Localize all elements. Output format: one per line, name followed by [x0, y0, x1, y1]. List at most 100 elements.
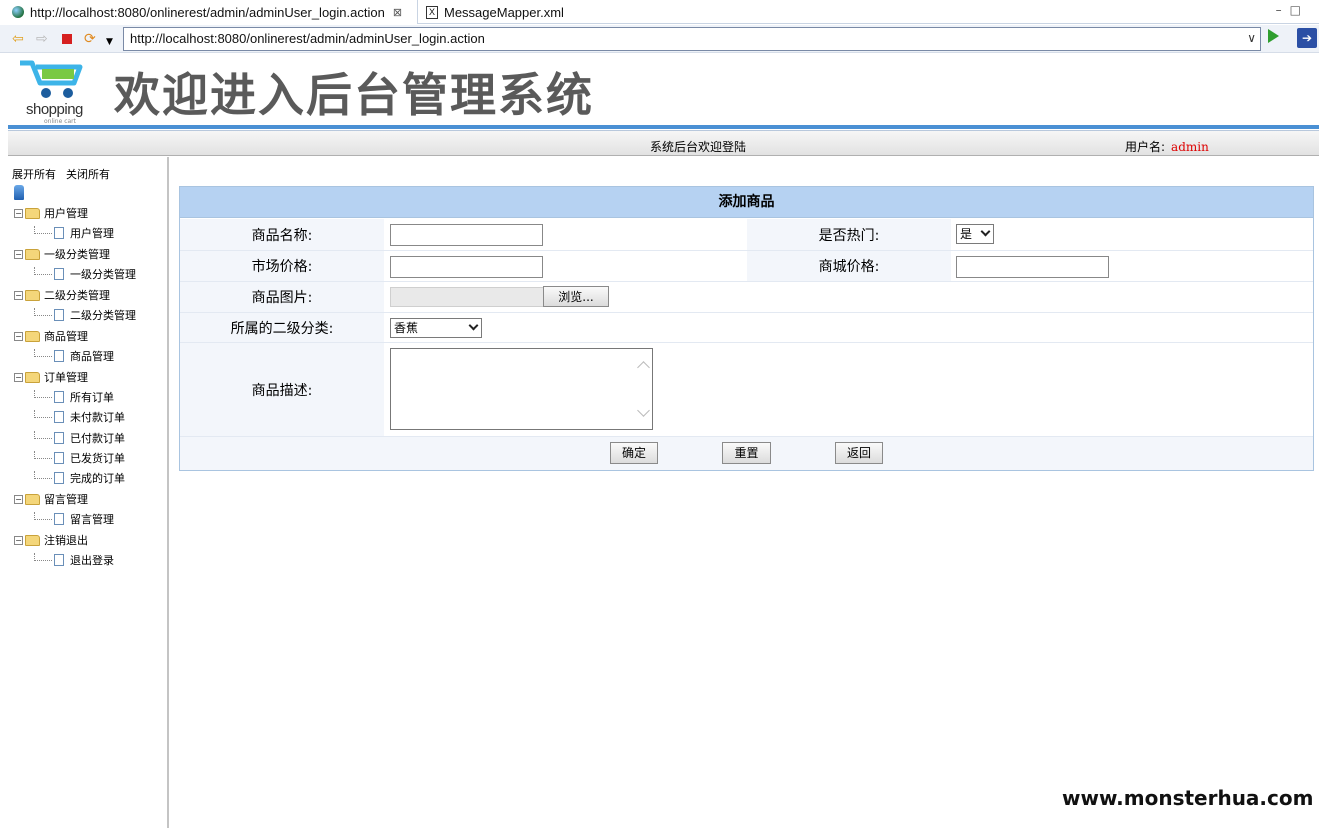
form-row-description: 商品描述: [180, 343, 1313, 437]
tree-item-label: 未付款订单 [70, 411, 125, 424]
category-select[interactable]: 香蕉 [390, 318, 482, 338]
tree-item-label: 二级分类管理 [70, 309, 136, 322]
tree-connector [34, 410, 52, 418]
folder-icon [25, 493, 40, 505]
submit-button[interactable]: 确定 [610, 442, 658, 464]
chevron-down-icon[interactable]: ∨ [1247, 31, 1256, 45]
market-price-label: 市场价格: [180, 251, 384, 281]
back-button[interactable]: 返回 [835, 442, 883, 464]
tree-item-unpaid-orders[interactable]: 未付款订单 [34, 409, 125, 425]
minus-icon[interactable]: − [14, 249, 23, 259]
tree-group-category2[interactable]: − 二级分类管理 [14, 287, 110, 303]
minus-icon[interactable]: − [14, 494, 23, 504]
tab-message-mapper-label: MessageMapper.xml [444, 4, 564, 20]
tab-browser-page-label: http://localhost:8080/onlinerest/admin/a… [30, 4, 385, 20]
chevron-down-icon [468, 320, 479, 331]
tree-group-label: 商品管理 [44, 330, 88, 343]
form-title: 添加商品 [180, 187, 1313, 218]
tree-item-products[interactable]: 商品管理 [34, 348, 114, 364]
page-icon [54, 472, 64, 484]
tree-connector [34, 267, 52, 275]
tree-group-users[interactable]: − 用户管理 [14, 205, 88, 221]
form-row-name: 商品名称: 是否热门: 是 [180, 219, 1313, 251]
scroll-down-icon[interactable] [637, 404, 650, 417]
scroll-up-icon[interactable] [637, 361, 650, 374]
tree-item-label: 留言管理 [70, 513, 114, 526]
close-icon[interactable]: ⊠ [393, 6, 402, 19]
collapse-all-link[interactable]: 关闭所有 [66, 168, 110, 181]
logo-subtext: online cart [44, 118, 77, 125]
editor-tab-strip: http://localhost:8080/onlinerest/admin/a… [0, 0, 1319, 24]
stop-icon[interactable] [62, 34, 72, 44]
is-hot-value: 是 [960, 227, 973, 241]
back-arrow-icon[interactable]: ⇦ [12, 31, 24, 47]
maximize-icon[interactable]: □ [1290, 3, 1309, 17]
forward-arrow-icon[interactable]: ⇨ [36, 31, 48, 47]
refresh-icon[interactable]: ⟳ [84, 31, 96, 47]
minus-icon[interactable]: − [14, 372, 23, 382]
sidebar-tree: 展开所有 关闭所有 − 用户管理 用户管理 − 一级分类管理 一级分类管理 − 二级分类… [8, 157, 169, 828]
tree-item-category2[interactable]: 二级分类管理 [34, 307, 136, 323]
minus-icon[interactable]: − [14, 290, 23, 300]
tree-item-logout[interactable]: 退出登录 [34, 552, 114, 568]
tree-group-category1[interactable]: − 一级分类管理 [14, 246, 110, 262]
expand-all-link[interactable]: 展开所有 [12, 168, 56, 181]
description-textarea[interactable] [390, 348, 653, 430]
tree-group-orders[interactable]: − 订单管理 [14, 369, 88, 385]
page-icon [54, 227, 64, 239]
tree-group-logout[interactable]: − 注销退出 [14, 532, 88, 548]
page-icon [54, 268, 64, 280]
product-name-input[interactable] [390, 224, 543, 246]
tree-item-messages[interactable]: 留言管理 [34, 511, 114, 527]
shop-price-input[interactable] [956, 256, 1109, 278]
tree-item-label: 一级分类管理 [70, 268, 136, 281]
tree-group-label: 留言管理 [44, 493, 88, 506]
minimize-icon[interactable]: – [1276, 3, 1290, 17]
product-name-label: 商品名称: [180, 219, 384, 250]
tree-connector [34, 553, 52, 561]
tree-item-shipped-orders[interactable]: 已发货订单 [34, 450, 125, 466]
chevron-down-icon[interactable]: ▼ [106, 34, 113, 50]
site-header: shopping online cart 欢迎进入后台管理系统 [8, 53, 1319, 125]
tab-browser-page[interactable]: http://localhost:8080/onlinerest/admin/a… [0, 0, 418, 24]
welcome-text: 系统后台欢迎登陆 [650, 140, 747, 154]
tree-item-all-orders[interactable]: 所有订单 [34, 389, 114, 405]
folder-icon [25, 330, 40, 342]
folder-icon [25, 207, 40, 219]
browser-toolbar: ⇦ ⇨ ⟳ ▼ http://localhost:8080/onlinerest… [0, 25, 1319, 53]
page-title: 欢迎进入后台管理系统 [114, 68, 594, 122]
tree-item-category1[interactable]: 一级分类管理 [34, 266, 136, 282]
go-icon[interactable] [1268, 29, 1279, 43]
is-hot-select[interactable]: 是 [956, 224, 994, 244]
reset-button[interactable]: 重置 [722, 442, 771, 464]
page-icon [54, 513, 64, 525]
image-file-field[interactable] [390, 287, 544, 307]
tree-group-label: 用户管理 [44, 207, 88, 220]
minus-icon[interactable]: − [14, 208, 23, 218]
tree-connector [34, 471, 52, 479]
tree-item-paid-orders[interactable]: 已付款订单 [34, 430, 125, 446]
tree-item-label: 商品管理 [70, 350, 114, 363]
tree-group-products[interactable]: − 商品管理 [14, 328, 88, 344]
minus-icon[interactable]: − [14, 535, 23, 545]
tree-item-label: 完成的订单 [70, 472, 125, 485]
tree-item-label: 退出登录 [70, 554, 114, 567]
page-icon [54, 391, 64, 403]
tree-item-users[interactable]: 用户管理 [34, 225, 114, 241]
tree-item-completed-orders[interactable]: 完成的订单 [34, 470, 125, 486]
tree-group-messages[interactable]: − 留言管理 [14, 491, 88, 507]
header-divider [8, 125, 1319, 129]
is-hot-label: 是否热门: [747, 219, 951, 250]
user-name: admin [1171, 140, 1209, 154]
tree-connector [34, 349, 52, 357]
external-browser-icon[interactable]: ➔ [1297, 28, 1317, 48]
browse-button[interactable]: 浏览... [543, 286, 609, 307]
address-bar[interactable]: http://localhost:8080/onlinerest/admin/a… [123, 27, 1261, 51]
tab-message-mapper[interactable]: X MessageMapper.xml [420, 0, 590, 24]
tree-group-label: 一级分类管理 [44, 248, 110, 261]
page-icon [54, 554, 64, 566]
market-price-input[interactable] [390, 256, 543, 278]
xml-file-icon: X [426, 5, 438, 19]
category-value: 香蕉 [394, 321, 419, 335]
minus-icon[interactable]: − [14, 331, 23, 341]
